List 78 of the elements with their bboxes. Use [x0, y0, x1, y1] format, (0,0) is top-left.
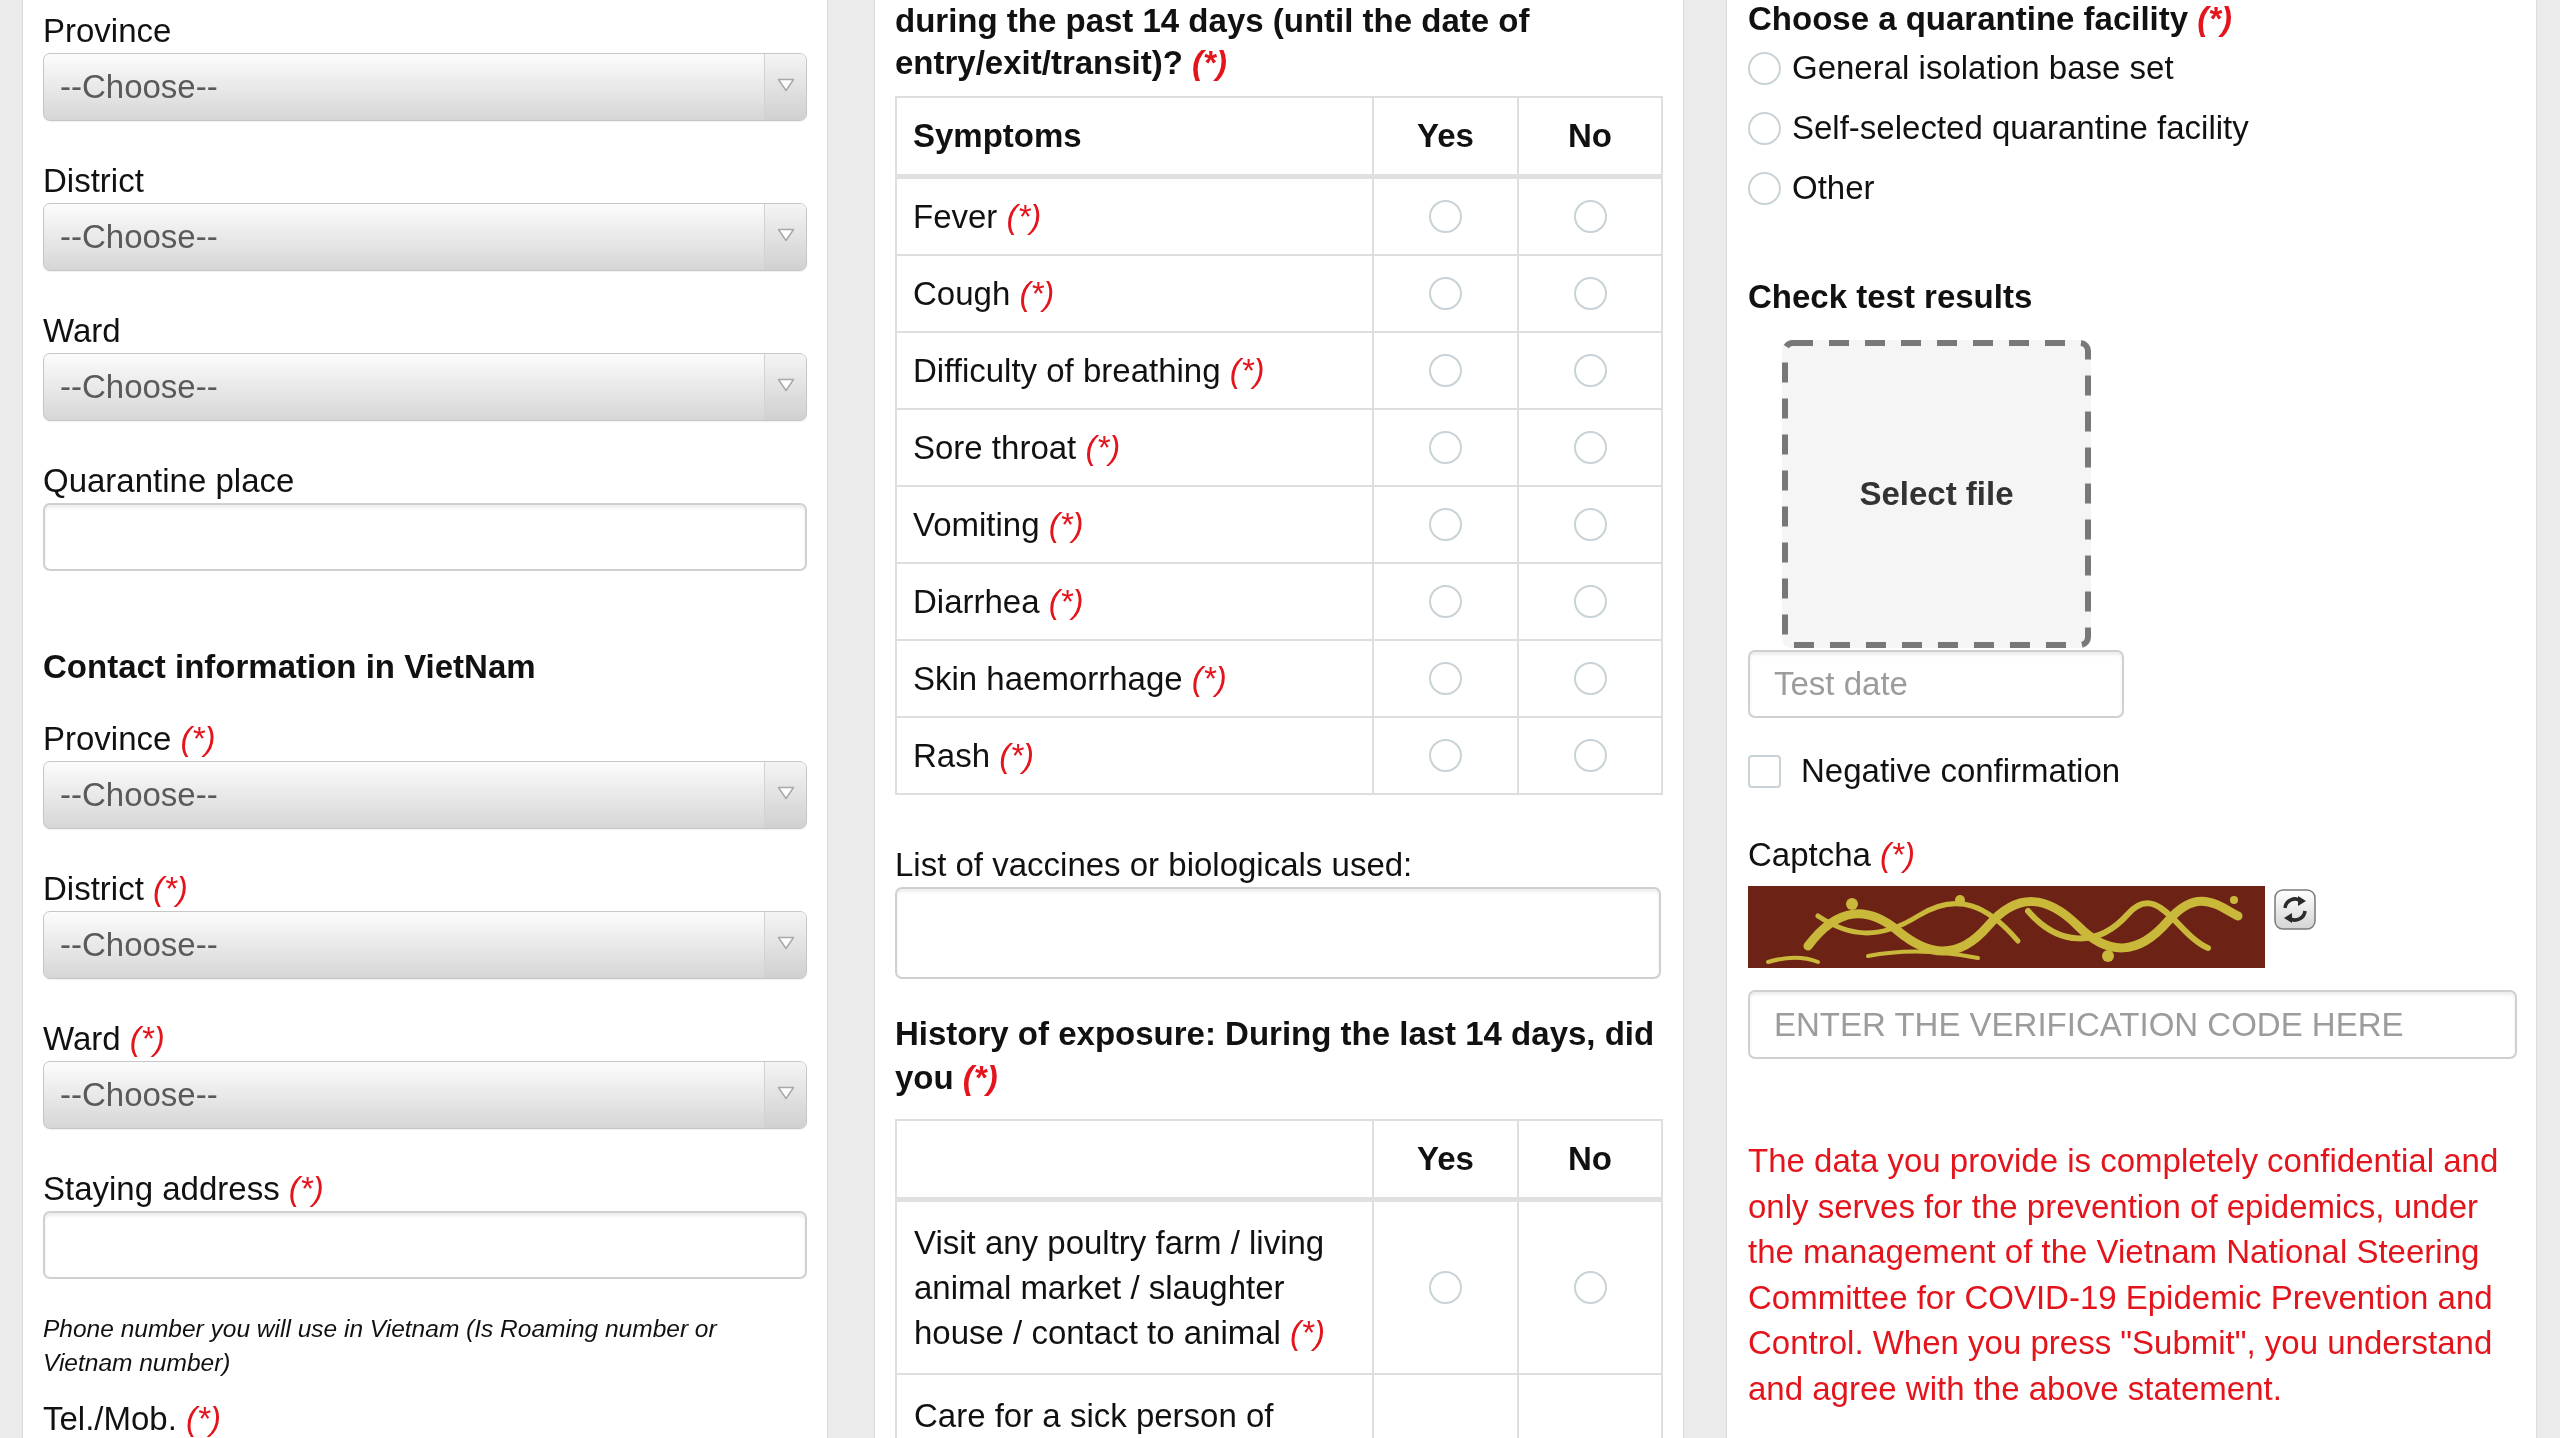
- radio-button[interactable]: [1573, 585, 1607, 618]
- radio-button[interactable]: [1748, 51, 1781, 85]
- option-label: Other: [1792, 169, 1875, 207]
- radio-button[interactable]: [1573, 277, 1607, 310]
- checkbox-label: Negative confirmation: [1801, 752, 2121, 790]
- checkbox[interactable]: [1748, 754, 1781, 788]
- question-heading: Choose a quarantine facility (*): [1748, 0, 2233, 38]
- column-header: Symptoms: [913, 117, 1082, 154]
- radio-button[interactable]: [1573, 354, 1607, 387]
- field-label: Ward: [43, 311, 121, 351]
- section-heading: Contact information in VietNam: [43, 647, 536, 687]
- field-label: Tel./Mob. (*): [43, 1402, 221, 1436]
- privacy-notice: The data you provide is completely confidential and only serves for the prevention of epidemics, under the management of the Vietnam National Steering Committee for COVID-19 Epidemic Prevention and Control. When you press "Submit", you understand and agree with the above statement.: [1748, 1141, 2500, 1409]
- field-label: Quarantine place: [43, 461, 295, 501]
- file-upload-button[interactable]: Select file: [1782, 340, 2091, 648]
- radio-button[interactable]: [1429, 585, 1462, 618]
- option-label: General isolation base set: [1792, 49, 2174, 87]
- question-heading: History of exposure: During the last 14 days, did you (*): [895, 1014, 1656, 1098]
- radio-button[interactable]: [1748, 111, 1781, 145]
- hint-text: Phone number you will use in Vietnam (Is Roaming number or Vietnam number): [43, 1314, 719, 1378]
- column-header: No: [1568, 1140, 1612, 1177]
- captcha-field[interactable]: ENTER THE VERIFICATION CODE HERE: [1748, 990, 2517, 1059]
- radio-button[interactable]: [1429, 662, 1462, 695]
- question-text: Visit any poultry farm / living animal market / slaughter house / contact to animal (*): [914, 1224, 1325, 1351]
- dropdown[interactable]: --Choose--: [43, 203, 807, 271]
- dropdown[interactable]: --Choose--: [43, 911, 807, 979]
- radio-button[interactable]: [1748, 171, 1781, 205]
- field-label: Staying address (*): [43, 1169, 324, 1209]
- section-heading: Check test results: [1748, 277, 2033, 317]
- question-text: Skin haemorrhage (*): [913, 659, 1227, 697]
- text-field[interactable]: [43, 503, 807, 571]
- radio-button[interactable]: [1573, 200, 1607, 233]
- question-text: Diarrhea (*): [913, 582, 1084, 620]
- question-text: Care for a sick person of: [914, 1397, 1274, 1434]
- radio-button[interactable]: [1429, 508, 1462, 541]
- field-label: Province: [43, 11, 172, 51]
- caret-icon: [776, 786, 795, 800]
- caret-icon: [776, 1086, 795, 1100]
- field-label: Province (*): [43, 719, 216, 759]
- caret-icon: [776, 78, 795, 92]
- radio-button[interactable]: [1573, 508, 1607, 541]
- question-text: Fever (*): [913, 197, 1042, 235]
- question-heading: during the past 14 days (until the date of entry/exit/transit)? (*): [895, 1, 1531, 83]
- dropdown[interactable]: --Choose--: [43, 761, 807, 829]
- radio-button[interactable]: [1573, 739, 1607, 772]
- field-label: Captcha (*): [1748, 835, 1915, 875]
- option-label: Self-selected quarantine facility: [1792, 109, 2249, 147]
- dropdown[interactable]: --Choose--: [43, 53, 807, 121]
- field-label: District (*): [43, 869, 188, 909]
- refresh-icon[interactable]: [2274, 889, 2316, 930]
- radio-button[interactable]: [1573, 1271, 1607, 1304]
- radio-button[interactable]: [1429, 739, 1462, 772]
- caret-icon: [776, 378, 795, 392]
- radio-button[interactable]: [1429, 431, 1462, 464]
- date-field[interactable]: Test date: [1748, 650, 2124, 718]
- radio-button[interactable]: [1429, 277, 1462, 310]
- field-label: District: [43, 161, 144, 201]
- radio-button[interactable]: [1573, 662, 1607, 695]
- question-text: Vomiting (*): [913, 505, 1084, 543]
- text-field[interactable]: [43, 1211, 807, 1279]
- dropdown[interactable]: --Choose--: [43, 1061, 807, 1129]
- text-field[interactable]: [895, 887, 1661, 979]
- column-header: No: [1568, 117, 1612, 154]
- column-header: Yes: [1417, 117, 1474, 154]
- caret-icon: [776, 228, 795, 242]
- question-text: Difficulty of breathing (*): [913, 351, 1265, 389]
- dropdown[interactable]: --Choose--: [43, 353, 807, 421]
- radio-button[interactable]: [1429, 200, 1462, 233]
- field-label: List of vaccines or biologicals used:: [895, 845, 1413, 885]
- field-label: Ward (*): [43, 1019, 165, 1059]
- caret-icon: [776, 936, 795, 950]
- radio-button[interactable]: [1573, 431, 1607, 464]
- radio-button[interactable]: [1429, 354, 1462, 387]
- column-header: Yes: [1417, 1140, 1474, 1177]
- question-text: Rash (*): [913, 736, 1035, 774]
- radio-button[interactable]: [1429, 1271, 1462, 1304]
- question-text: Cough (*): [913, 274, 1055, 312]
- question-text: Sore throat (*): [913, 428, 1121, 466]
